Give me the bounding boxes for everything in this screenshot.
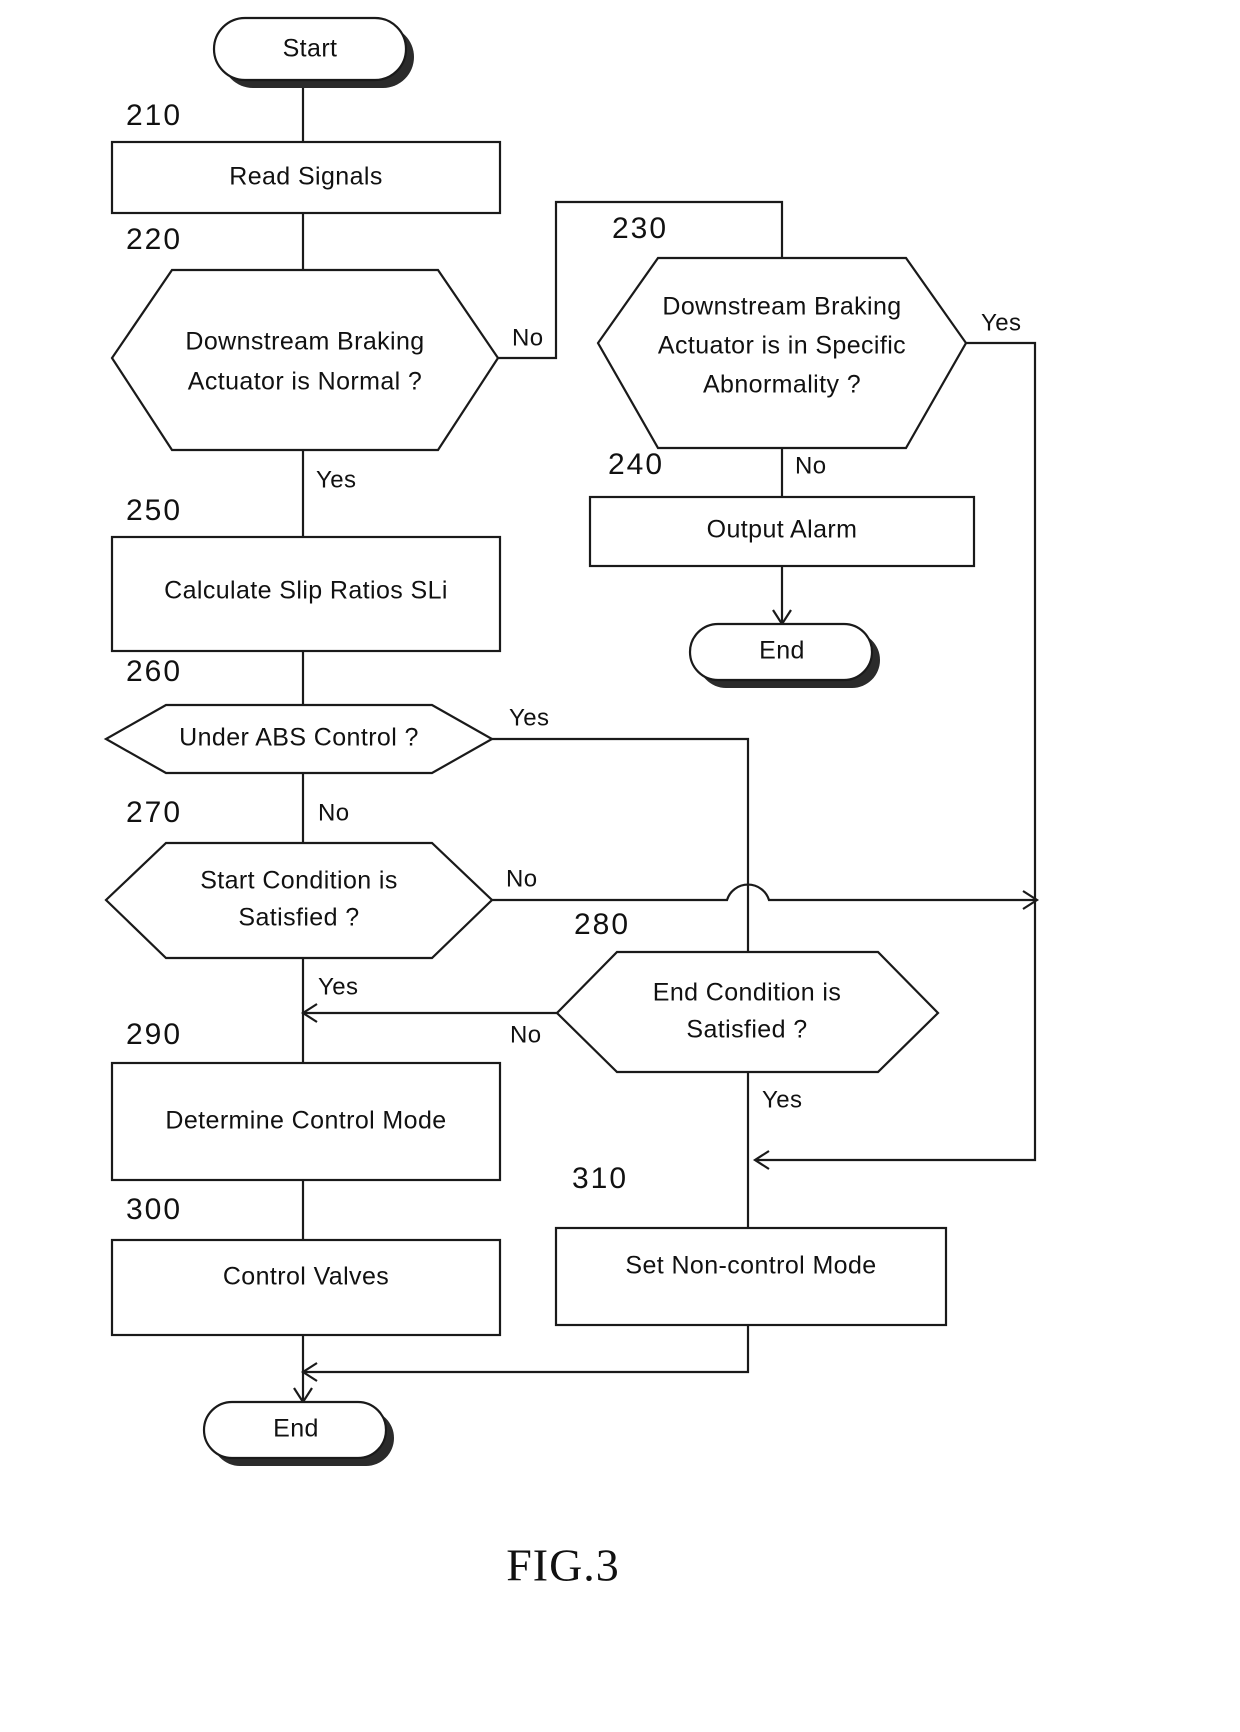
node-280-label-line2: Satisfied ? — [686, 1016, 807, 1044]
edge-label-260-no: No — [318, 799, 349, 826]
node-280-decision[interactable]: End Condition is Satisfied ? — [555, 950, 940, 1074]
edge-label-270-yes: Yes — [318, 973, 358, 1000]
ref-280: 280 — [574, 908, 630, 941]
edge-label-230-yes: Yes — [981, 309, 1021, 336]
node-250-calculate-slip-ratios[interactable]: Calculate Slip Ratios SLi — [110, 535, 502, 653]
start-label: Start — [283, 35, 338, 63]
edge-label-280-yes: Yes — [762, 1086, 802, 1113]
edge-label-270-no: No — [506, 865, 537, 892]
node-250-label: Calculate Slip Ratios SLi — [164, 577, 448, 605]
node-260-decision[interactable]: Under ABS Control ? — [103, 703, 495, 775]
ref-230: 230 — [612, 212, 668, 245]
node-310-set-non-control-mode[interactable]: Set Non-control Mode — [554, 1226, 948, 1327]
edge-label-220-yes: Yes — [316, 466, 356, 493]
figure-root: Start Read Signals 210 Downstream Brakin… — [0, 0, 1240, 1732]
node-220-label-line2: Actuator is Normal ? — [188, 368, 422, 396]
node-start[interactable]: Start — [212, 16, 414, 88]
ref-300: 300 — [126, 1193, 182, 1226]
node-270-label-line2: Satisfied ? — [238, 904, 359, 932]
ref-250: 250 — [126, 494, 182, 527]
connector-270-no-to-right-rail — [492, 883, 1035, 902]
ref-290: 290 — [126, 1018, 182, 1051]
edge-label-260-yes: Yes — [509, 704, 549, 731]
node-220-shape — [110, 268, 500, 452]
node-270-decision[interactable]: Start Condition is Satisfied ? — [104, 841, 494, 960]
node-210-read-signals[interactable]: Read Signals — [110, 140, 502, 215]
node-270-label-line1: Start Condition is — [200, 867, 398, 895]
ref-220: 220 — [126, 223, 182, 256]
ref-210: 210 — [126, 99, 182, 132]
node-230-decision[interactable]: Downstream Braking Actuator is in Specif… — [596, 256, 968, 450]
node-300-control-valves[interactable]: Control Valves — [110, 1238, 502, 1337]
flowchart-diagram: Start Read Signals 210 Downstream Brakin… — [103, 16, 1040, 1591]
node-230-label-line2: Actuator is in Specific — [658, 332, 906, 360]
node-240-output-alarm[interactable]: Output Alarm — [588, 495, 976, 568]
node-290-label: Determine Control Mode — [165, 1107, 446, 1135]
node-260-label: Under ABS Control ? — [179, 724, 419, 752]
node-230-label-line1: Downstream Braking — [662, 293, 901, 321]
node-210-label: Read Signals — [229, 163, 383, 191]
node-230-label-line3: Abnormality ? — [703, 371, 861, 399]
edge-label-220-no: No — [512, 324, 543, 351]
figure-caption: FIG.3 — [506, 1540, 620, 1591]
node-end-alarm[interactable]: End — [688, 622, 880, 688]
node-240-label: Output Alarm — [707, 516, 858, 544]
node-290-determine-control-mode[interactable]: Determine Control Mode — [110, 1061, 502, 1182]
node-220-decision[interactable]: Downstream Braking Actuator is Normal ? — [110, 268, 500, 452]
ref-260: 260 — [126, 655, 182, 688]
edge-label-280-no: No — [510, 1021, 541, 1048]
node-280-label-line1: End Condition is — [653, 979, 841, 1007]
end-main-label: End — [273, 1415, 319, 1443]
node-220-label-line1: Downstream Braking — [185, 328, 424, 356]
end-alarm-label: End — [759, 637, 805, 665]
ref-240: 240 — [608, 448, 664, 481]
ref-270: 270 — [126, 796, 182, 829]
node-310-label: Set Non-control Mode — [625, 1252, 876, 1280]
node-300-label: Control Valves — [223, 1263, 389, 1291]
node-280-shape — [555, 950, 940, 1074]
node-270-shape — [104, 841, 494, 960]
ref-310: 310 — [572, 1162, 628, 1195]
edge-label-230-no: No — [795, 452, 826, 479]
node-end-main[interactable]: End — [202, 1400, 394, 1466]
